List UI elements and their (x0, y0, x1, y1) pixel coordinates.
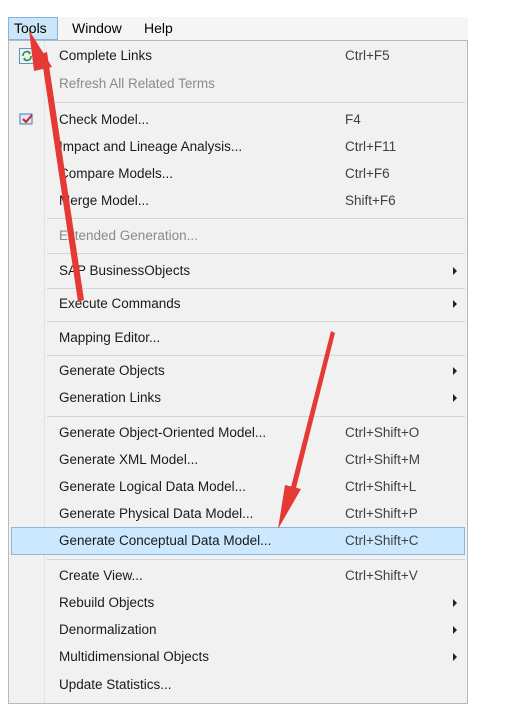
submenu-arrow-icon (453, 394, 457, 402)
menu-item-shortcut: Ctrl+Shift+L (345, 479, 417, 494)
menu-item-label: Generate Physical Data Model... (59, 506, 254, 521)
menu-tools[interactable]: Tools (8, 17, 58, 40)
menu-item-mapping-editor[interactable]: Mapping Editor... (11, 324, 465, 352)
submenu-arrow-icon (453, 599, 457, 607)
menu-item-compare-models[interactable]: Compare Models... Ctrl+F6 (11, 160, 465, 188)
menu-item-label: Generation Links (59, 390, 162, 405)
check-model-icon (19, 112, 35, 128)
menu-item-complete-links[interactable]: Complete Links Ctrl+F5 (11, 42, 465, 70)
menu-item-label: Create View... (59, 568, 143, 583)
menu-item-shortcut: Ctrl+Shift+C (345, 533, 419, 548)
menu-item-execute-commands[interactable]: Execute Commands (11, 290, 465, 318)
menu-separator (47, 416, 465, 417)
menu-item-shortcut: Ctrl+Shift+P (345, 506, 418, 521)
menu-item-shortcut: Ctrl+Shift+V (345, 568, 418, 583)
menu-item-label: Execute Commands (59, 296, 181, 311)
menu-item-generate-oom[interactable]: Generate Object-Oriented Model... Ctrl+S… (11, 419, 465, 447)
tools-dropdown-menu: Complete Links Ctrl+F5 Refresh All Relat… (8, 40, 468, 704)
menu-item-label: Check Model... (59, 112, 150, 127)
menu-item-shortcut: Ctrl+F11 (345, 139, 397, 154)
menu-item-generate-cdm[interactable]: Generate Conceptual Data Model... Ctrl+S… (11, 527, 465, 555)
menu-item-label: Update Statistics... (59, 677, 172, 692)
menu-help[interactable]: Help (144, 17, 173, 40)
menu-separator (47, 321, 465, 322)
menu-item-update-statistics[interactable]: Update Statistics... (11, 671, 465, 699)
menu-separator (47, 253, 465, 254)
menu-item-denormalization[interactable]: Denormalization (11, 616, 465, 644)
menu-item-label: Complete Links (59, 48, 153, 63)
menu-separator (47, 559, 465, 560)
menu-item-generation-links[interactable]: Generation Links (11, 384, 465, 412)
menu-item-shortcut: Shift+F6 (345, 193, 396, 208)
menu-item-extended-generation: Extended Generation... (11, 222, 465, 250)
menu-bar: Tools Window Help (8, 17, 468, 40)
refresh-icon (19, 48, 35, 64)
menu-window[interactable]: Window (72, 17, 122, 40)
menu-item-generate-objects[interactable]: Generate Objects (11, 357, 465, 385)
menu-separator (47, 355, 465, 356)
submenu-arrow-icon (453, 367, 457, 375)
menu-item-label: Generate Conceptual Data Model... (59, 533, 272, 548)
menu-item-label: Denormalization (59, 622, 157, 637)
menu-item-label: Generate XML Model... (59, 452, 199, 467)
menu-item-label: Merge Model... (59, 193, 150, 208)
menu-item-sap-businessobjects[interactable]: SAP BusinessObjects (11, 257, 465, 285)
menu-item-shortcut: Ctrl+Shift+M (345, 452, 421, 467)
menu-item-shortcut: Ctrl+F5 (345, 48, 390, 63)
menu-item-label: Rebuild Objects (59, 595, 155, 610)
menu-item-label: Refresh All Related Terms (59, 76, 215, 91)
menu-item-impact-lineage[interactable]: Impact and Lineage Analysis... Ctrl+F11 (11, 133, 465, 161)
menu-item-label: Compare Models... (59, 166, 174, 181)
menu-separator (47, 218, 465, 219)
menu-item-generate-pdm[interactable]: Generate Physical Data Model... Ctrl+Shi… (11, 500, 465, 528)
menu-item-shortcut: F4 (345, 112, 361, 127)
menu-item-label: Multidimensional Objects (59, 649, 210, 664)
menu-item-merge-model[interactable]: Merge Model... Shift+F6 (11, 187, 465, 215)
menu-item-generate-ldm[interactable]: Generate Logical Data Model... Ctrl+Shif… (11, 473, 465, 501)
menu-item-label: Generate Object-Oriented Model... (59, 425, 267, 440)
menu-item-shortcut: Ctrl+F6 (345, 166, 390, 181)
menu-item-shortcut: Ctrl+Shift+O (345, 425, 420, 440)
menu-item-label: SAP BusinessObjects (59, 263, 191, 278)
submenu-arrow-icon (453, 653, 457, 661)
menu-separator (47, 288, 465, 289)
menu-item-label: Generate Objects (59, 363, 165, 378)
menu-item-label: Impact and Lineage Analysis... (59, 139, 243, 154)
submenu-arrow-icon (453, 267, 457, 275)
menu-separator (47, 102, 465, 103)
menu-item-multidimensional-objects[interactable]: Multidimensional Objects (11, 643, 465, 671)
menu-item-check-model[interactable]: Check Model... F4 (11, 106, 465, 134)
menu-item-label: Extended Generation... (59, 228, 198, 243)
menu-item-label: Mapping Editor... (59, 330, 161, 345)
menu-item-generate-xml[interactable]: Generate XML Model... Ctrl+Shift+M (11, 446, 465, 474)
menu-item-rebuild-objects[interactable]: Rebuild Objects (11, 589, 465, 617)
menu-item-refresh-related-terms: Refresh All Related Terms (11, 70, 465, 98)
menu-item-label: Generate Logical Data Model... (59, 479, 246, 494)
submenu-arrow-icon (453, 300, 457, 308)
menu-item-create-view[interactable]: Create View... Ctrl+Shift+V (11, 562, 465, 590)
submenu-arrow-icon (453, 626, 457, 634)
